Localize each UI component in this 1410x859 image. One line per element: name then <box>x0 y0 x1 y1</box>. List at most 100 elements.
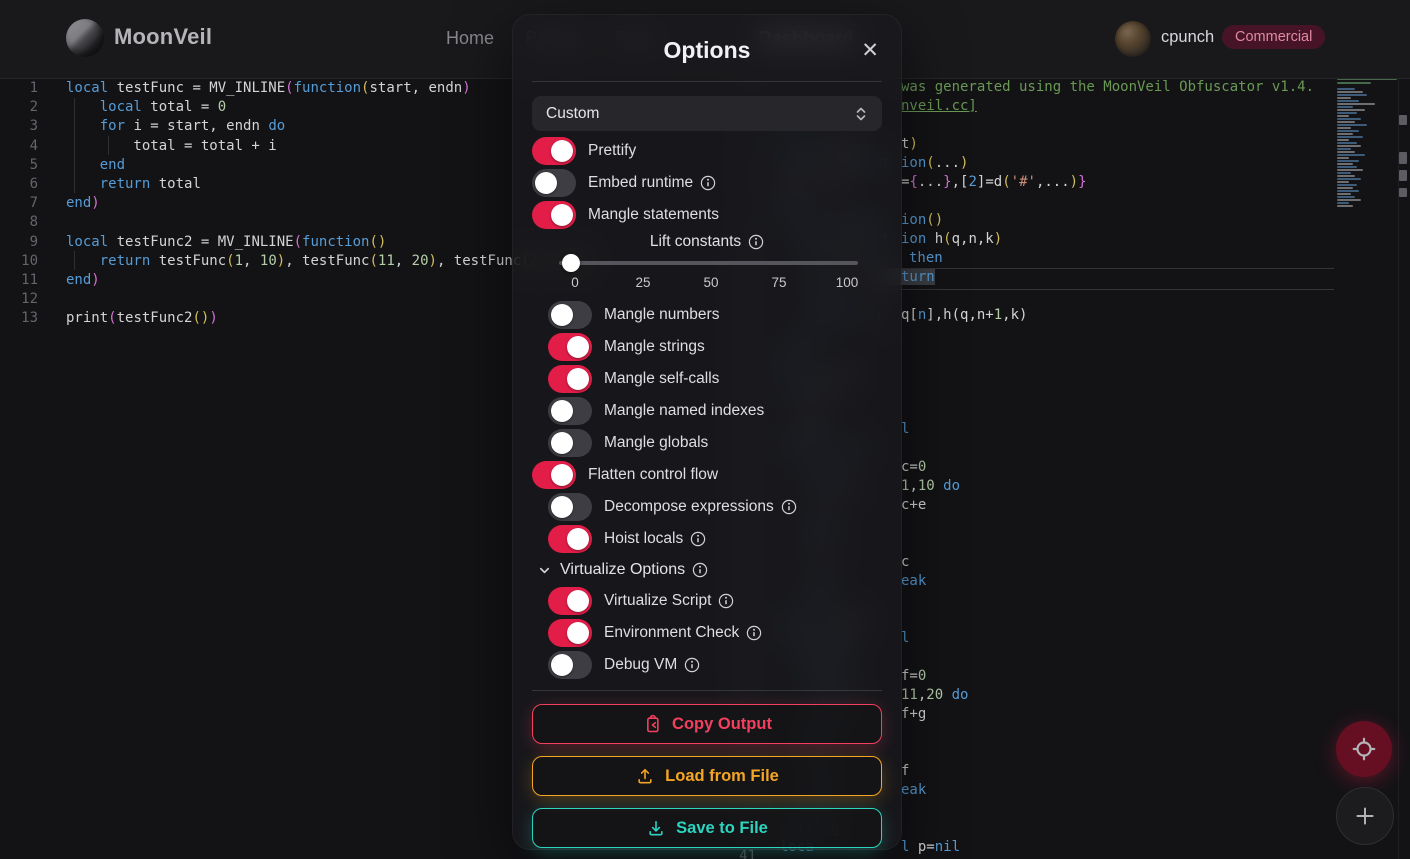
option-label: Embed runtime <box>588 174 693 192</box>
save-to-file-button[interactable]: Save to File <box>532 808 882 848</box>
preset-select[interactable]: Custom <box>532 96 882 131</box>
option-label: Mangle globals <box>604 434 708 452</box>
minimap-line <box>1337 193 1351 195</box>
line-number: 10 <box>12 252 38 271</box>
minimap-line <box>1337 100 1359 102</box>
code-line: local testFunc = MV_INLINE(function(star… <box>66 79 589 98</box>
toggle-knob <box>535 172 557 194</box>
toggle-knob <box>567 622 589 644</box>
button-label: Save to File <box>676 819 768 838</box>
divider <box>532 81 882 82</box>
toggle-mangle-strings[interactable] <box>548 333 592 361</box>
obfuscated-line: l p=nil <box>901 838 960 857</box>
add-button[interactable] <box>1336 787 1394 845</box>
divider <box>532 690 882 691</box>
toggle-knob <box>551 654 573 676</box>
toggle-prettify[interactable] <box>532 137 576 165</box>
line-number: 4 <box>12 137 38 156</box>
obfuscate-button[interactable] <box>1336 721 1392 777</box>
minimap-line <box>1337 124 1367 126</box>
info-icon[interactable] <box>700 175 716 191</box>
minimap-line <box>1337 181 1349 183</box>
minimap-line <box>1337 160 1359 162</box>
obfuscated-line: f+g <box>901 705 926 724</box>
minimap-line <box>1337 88 1355 90</box>
toggle-environment-check[interactable] <box>548 619 592 647</box>
option-row-environment-check: Environment Check <box>532 617 882 649</box>
option-row-hoist-locals: Hoist locals <box>532 523 882 555</box>
info-icon[interactable] <box>692 562 708 578</box>
line-number: 2 <box>12 98 38 117</box>
obfuscated-line: eak <box>901 781 926 800</box>
username: cpunch <box>1161 28 1214 47</box>
modal-title: Options <box>513 37 901 64</box>
option-row-mangle-self-calls: Mangle self-calls <box>532 363 882 395</box>
preset-select-value: Custom <box>546 105 599 123</box>
line-number: 3 <box>12 117 38 136</box>
toggle-decompose-expressions[interactable] <box>548 493 592 521</box>
info-icon[interactable] <box>781 499 797 515</box>
option-label: Decompose expressions <box>604 498 774 516</box>
nav-home[interactable]: Home <box>446 28 494 49</box>
minimap-line <box>1337 103 1375 105</box>
crosshair-icon <box>1351 736 1377 762</box>
info-icon[interactable] <box>690 531 706 547</box>
toggle-knob <box>551 464 573 486</box>
section-virtualize-options[interactable]: Virtualize Options <box>532 555 882 585</box>
toggle-knob <box>567 528 589 550</box>
toggle-knob <box>551 400 573 422</box>
line-number: 6 <box>12 175 38 194</box>
minimap-line <box>1337 130 1359 132</box>
minimap-line <box>1337 91 1363 93</box>
toggle-hoist-locals[interactable] <box>548 525 592 553</box>
upload-icon <box>635 766 655 786</box>
info-icon[interactable] <box>746 625 762 641</box>
minimap-line <box>1337 172 1351 174</box>
toggle-mangle-statements[interactable] <box>532 201 576 229</box>
option-label: Mangle self-calls <box>604 370 719 388</box>
slider-lift-constants[interactable] <box>559 261 858 265</box>
info-icon[interactable] <box>748 234 764 250</box>
info-icon[interactable] <box>684 657 700 673</box>
obfuscated-line: was generated using the MoonVeil Obfusca… <box>901 78 1314 97</box>
option-row-mangle-named-indexes: Mangle named indexes <box>532 395 882 427</box>
toggle-debug-vm[interactable] <box>548 651 592 679</box>
copy-output-button[interactable]: Copy Output <box>532 704 882 744</box>
code-line: return testFunc(1, 10), testFunc(11, 20)… <box>66 252 589 271</box>
toggle-flatten-control-flow[interactable] <box>532 461 576 489</box>
minimap-line <box>1337 175 1355 177</box>
input-code[interactable]: local testFunc = MV_INLINE(function(star… <box>66 79 589 328</box>
modal-actions: Copy Output Load from File Save to File <box>532 704 882 848</box>
download-icon <box>646 818 666 838</box>
minimap-line <box>1337 196 1355 198</box>
toggle-mangle-named-indexes[interactable] <box>548 397 592 425</box>
avatar[interactable] <box>1115 21 1151 57</box>
minimap-line <box>1337 106 1353 108</box>
toggle-embed-runtime[interactable] <box>532 169 576 197</box>
close-icon[interactable]: ✕ <box>861 40 879 61</box>
code-line: return total <box>66 175 589 194</box>
button-label: Load from File <box>665 767 779 786</box>
obfuscated-line: l <box>901 629 909 648</box>
toggle-virtualize-script[interactable] <box>548 587 592 615</box>
load-from-file-button[interactable]: Load from File <box>532 756 882 796</box>
info-icon[interactable] <box>718 593 734 609</box>
obfuscated-line: f=0 <box>901 667 926 686</box>
minimap-line <box>1337 139 1349 141</box>
option-label: Mangle named indexes <box>604 402 764 420</box>
option-row-embed-runtime: Embed runtime <box>532 167 882 199</box>
toggle-knob <box>551 304 573 326</box>
toggle-mangle-numbers[interactable] <box>548 301 592 329</box>
obfuscated-line: nveil.cc] <box>901 97 977 116</box>
minimap-line <box>1337 178 1361 180</box>
obfuscated-line: c=0 <box>901 458 926 477</box>
option-row-mangle-numbers: Mangle numbers <box>532 299 882 331</box>
minimap-line <box>1337 202 1349 204</box>
toggle-mangle-self-calls[interactable] <box>548 365 592 393</box>
indent-guide <box>74 98 75 193</box>
brand-title: MoonVeil <box>114 24 212 50</box>
toggle-mangle-globals[interactable] <box>548 429 592 457</box>
minimap-line <box>1337 94 1367 96</box>
code-line: print(testFunc2()) <box>66 309 589 328</box>
slider-knob[interactable] <box>562 254 580 272</box>
